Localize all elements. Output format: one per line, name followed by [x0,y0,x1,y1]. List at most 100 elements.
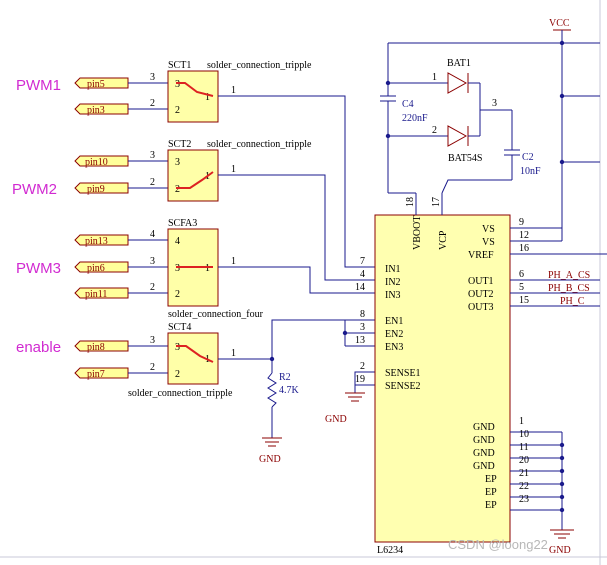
switch-sct2[interactable]: SCT2 solder_connection_tripple 3 2 1 3 2… [150,139,312,202]
pin-num: 13 [355,335,365,346]
port-pin9[interactable]: pin9 [74,182,129,195]
net-label-pwm1: PWM1 [16,77,61,94]
svg-text:VS: VS [482,237,495,248]
svg-text:IN2: IN2 [385,277,401,288]
r2-value: 4.7K [279,385,300,396]
junction [385,80,391,86]
switch-sct4[interactable]: SCT4 3 2 1 3 2 1 solder_connection_tripp… [128,322,272,399]
svg-text:GND: GND [473,422,495,433]
gnd-symbol-sense: GND [325,392,365,425]
gnd-symbol-ic: GND [549,529,574,556]
svg-text:solder_connection_tripple: solder_connection_tripple [207,60,312,71]
junction [559,159,565,165]
net-ph-a: PH_A_CS [548,270,590,281]
svg-text:VCP: VCP [438,230,449,250]
watermark: CSDN @loong22 [448,537,548,552]
svg-text:L6234: L6234 [377,545,403,556]
svg-text:1: 1 [231,348,236,359]
svg-text:GND: GND [325,414,347,425]
capacitor-c2[interactable]: C2 10nF [504,149,541,180]
pin-num: 7 [360,256,365,267]
ic-l6234[interactable]: IN1 IN2 IN3 EN1 EN2 EN3 SENSE1 SENSE2 VS… [374,214,511,556]
svg-text:1: 1 [432,72,437,83]
svg-text:GND: GND [473,448,495,459]
svg-text:4: 4 [175,236,180,247]
port-pin11[interactable]: pin11 [74,287,129,300]
port-pin6[interactable]: pin6 [74,261,129,274]
svg-text:9: 9 [519,217,524,228]
port-pin3[interactable]: pin3 [74,103,129,116]
pin-num: 3 [360,322,365,333]
svg-text:3: 3 [175,263,180,274]
svg-text:GND: GND [549,545,571,556]
pin-num: 2 [360,361,365,372]
svg-text:GND: GND [259,454,281,465]
svg-text:EN1: EN1 [385,316,403,327]
svg-text:EP: EP [485,487,497,498]
svg-text:2: 2 [175,369,180,380]
ic-top-pins: 18 17 [405,193,443,215]
svg-text:pin9: pin9 [87,184,105,195]
diode-bat1[interactable]: BAT1 BAT54S 1 2 3 [432,58,497,164]
pin-num: 8 [360,309,365,320]
net-label-pwm3: PWM3 [16,260,61,277]
svg-text:EP: EP [485,474,497,485]
svg-text:10nF: 10nF [520,166,541,177]
ic-right-pins: 9 12 16 6 5 15 1 10 11 20 21 22 23 [510,217,607,530]
svg-text:11: 11 [519,442,529,453]
svg-text:VS: VS [482,224,495,235]
svg-text:SCFA3: SCFA3 [168,218,197,229]
port-pin8[interactable]: pin8 [74,340,129,353]
port-pin13[interactable]: pin13 [74,234,129,247]
svg-text:OUT2: OUT2 [468,289,494,300]
junction [559,507,565,513]
svg-text:20: 20 [519,455,529,466]
junction [559,494,565,500]
svg-text:18: 18 [405,197,416,207]
port-pin10[interactable]: pin10 [74,155,129,168]
svg-text:OUT3: OUT3 [468,302,494,313]
capacitor-c4[interactable]: C4 220nF [380,95,428,193]
svg-text:17: 17 [431,197,442,207]
junction [559,455,565,461]
svg-text:pin7: pin7 [87,369,105,380]
switch-scfa3[interactable]: SCFA3 4 3 2 1 4 3 2 1 solder_connection_… [150,218,264,320]
svg-text:2: 2 [175,184,180,195]
svg-text:3: 3 [175,79,180,90]
svg-text:1: 1 [231,256,236,267]
svg-text:2: 2 [150,177,155,188]
svg-text:IN3: IN3 [385,290,401,301]
svg-text:2: 2 [150,362,155,373]
svg-text:3: 3 [150,72,155,83]
svg-text:pin5: pin5 [87,79,105,90]
svg-text:GND: GND [473,461,495,472]
pin-num: 14 [355,282,365,293]
svg-text:15: 15 [519,295,529,306]
junction [559,40,565,46]
svg-text:2: 2 [150,282,155,293]
svg-text:VCC: VCC [549,18,570,29]
svg-text:VBOOT: VBOOT [412,216,423,250]
svg-text:2: 2 [150,98,155,109]
schematic-canvas: PWM1 PWM2 PWM3 enable pin5 pin3 pin10 pi… [0,0,607,565]
pin-num: 19 [355,374,365,385]
svg-text:1: 1 [519,416,524,427]
svg-text:C4: C4 [402,99,414,110]
svg-text:pin6: pin6 [87,263,105,274]
svg-text:pin11: pin11 [85,289,107,300]
port-pin7[interactable]: pin7 [74,367,129,380]
svg-text:22: 22 [519,481,529,492]
svg-text:5: 5 [519,282,524,293]
svg-text:pin13: pin13 [85,236,108,247]
svg-text:1: 1 [205,263,210,274]
svg-text:4: 4 [150,229,155,240]
svg-text:BAT1: BAT1 [447,58,471,69]
port-pin5[interactable]: pin5 [74,77,129,90]
net-label-enable: enable [16,339,61,356]
svg-text:BAT54S: BAT54S [448,153,482,164]
svg-text:3: 3 [150,256,155,267]
svg-text:EP: EP [485,500,497,511]
switch-sct1[interactable]: SCT1 solder_connection_tripple 3 2 1 3 2… [150,60,312,123]
svg-text:3: 3 [150,335,155,346]
wire [441,179,512,194]
